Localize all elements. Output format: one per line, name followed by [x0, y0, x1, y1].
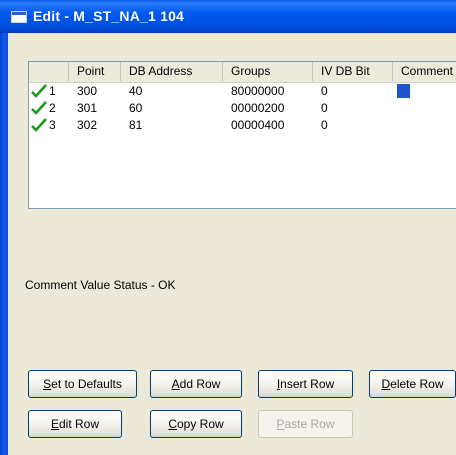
comment-cell-selected[interactable]	[397, 84, 410, 98]
button-mnemonic: A	[171, 377, 180, 391]
window-title: Edit - M_ST_NA_1 104	[33, 8, 185, 24]
cell-iv-db-bit: 0	[321, 84, 328, 98]
cell-point: 300	[77, 84, 98, 98]
checkmark-icon	[31, 101, 47, 115]
cell-groups: 80000000	[231, 84, 285, 98]
edit-row-button[interactable]: Edit Row	[28, 410, 122, 438]
button-label: elete Row	[390, 377, 444, 391]
delete-row-button[interactable]: Delete Row	[369, 370, 456, 398]
checkmark-icon	[31, 118, 47, 132]
column-header-state[interactable]	[29, 62, 69, 81]
cell-iv-db-bit: 0	[321, 101, 328, 115]
button-mnemonic: C	[168, 417, 177, 431]
copy-row-button[interactable]: Copy Row	[150, 410, 242, 438]
table-row[interactable]: 3 302 81 00000400 0	[29, 117, 456, 133]
button-label: nsert Row	[280, 377, 335, 391]
button-label: dd Row	[179, 377, 221, 391]
cell-groups: 00000200	[231, 101, 285, 115]
add-row-button[interactable]: Add Row	[150, 370, 242, 398]
client-area: Point DB Address Groups IV DB Bit Commen…	[8, 33, 456, 455]
column-header-comment[interactable]: Comment	[393, 62, 456, 81]
set-to-defaults-button[interactable]: Set to Defaults	[28, 370, 137, 398]
row-index: 3	[49, 118, 56, 132]
paste-row-button: Paste Row	[258, 410, 353, 438]
button-label: aste Row	[284, 417, 335, 431]
cell-db-address: 40	[129, 84, 143, 98]
column-header-point[interactable]: Point	[69, 62, 121, 81]
list-header: Point DB Address Groups IV DB Bit Commen…	[29, 62, 456, 83]
table-row[interactable]: 1 300 40 80000000 0	[29, 83, 456, 99]
column-header-groups[interactable]: Groups	[223, 62, 313, 81]
table-row[interactable]: 2 301 60 00000200 0	[29, 100, 456, 116]
button-mnemonic: S	[43, 377, 52, 391]
cell-db-address: 60	[129, 101, 143, 115]
button-mnemonic: D	[381, 377, 391, 391]
button-label: dit Row	[59, 417, 100, 431]
cell-point: 301	[77, 101, 98, 115]
button-label: et to Defaults	[51, 377, 122, 391]
window-frame-left	[0, 33, 8, 455]
cell-point: 302	[77, 118, 98, 132]
row-index: 2	[49, 101, 56, 115]
window-icon	[11, 11, 27, 23]
button-mnemonic: E	[50, 417, 59, 431]
column-header-iv-db-bit[interactable]: IV DB Bit	[313, 62, 393, 81]
button-label: opy Row	[176, 417, 224, 431]
insert-row-button[interactable]: Insert Row	[258, 370, 353, 398]
cell-groups: 00000400	[231, 118, 285, 132]
row-index: 1	[49, 84, 56, 98]
points-list[interactable]: Point DB Address Groups IV DB Bit Commen…	[28, 61, 456, 209]
column-header-db-address[interactable]: DB Address	[121, 62, 223, 81]
title-bar[interactable]: Edit - M_ST_NA_1 104	[0, 0, 456, 33]
comment-status-text: Comment Value Status - OK	[25, 278, 176, 292]
cell-iv-db-bit: 0	[321, 118, 328, 132]
edit-window: Edit - M_ST_NA_1 104 Point DB Address Gr…	[0, 0, 456, 455]
cell-db-address: 81	[129, 118, 143, 132]
checkmark-icon	[31, 84, 47, 98]
